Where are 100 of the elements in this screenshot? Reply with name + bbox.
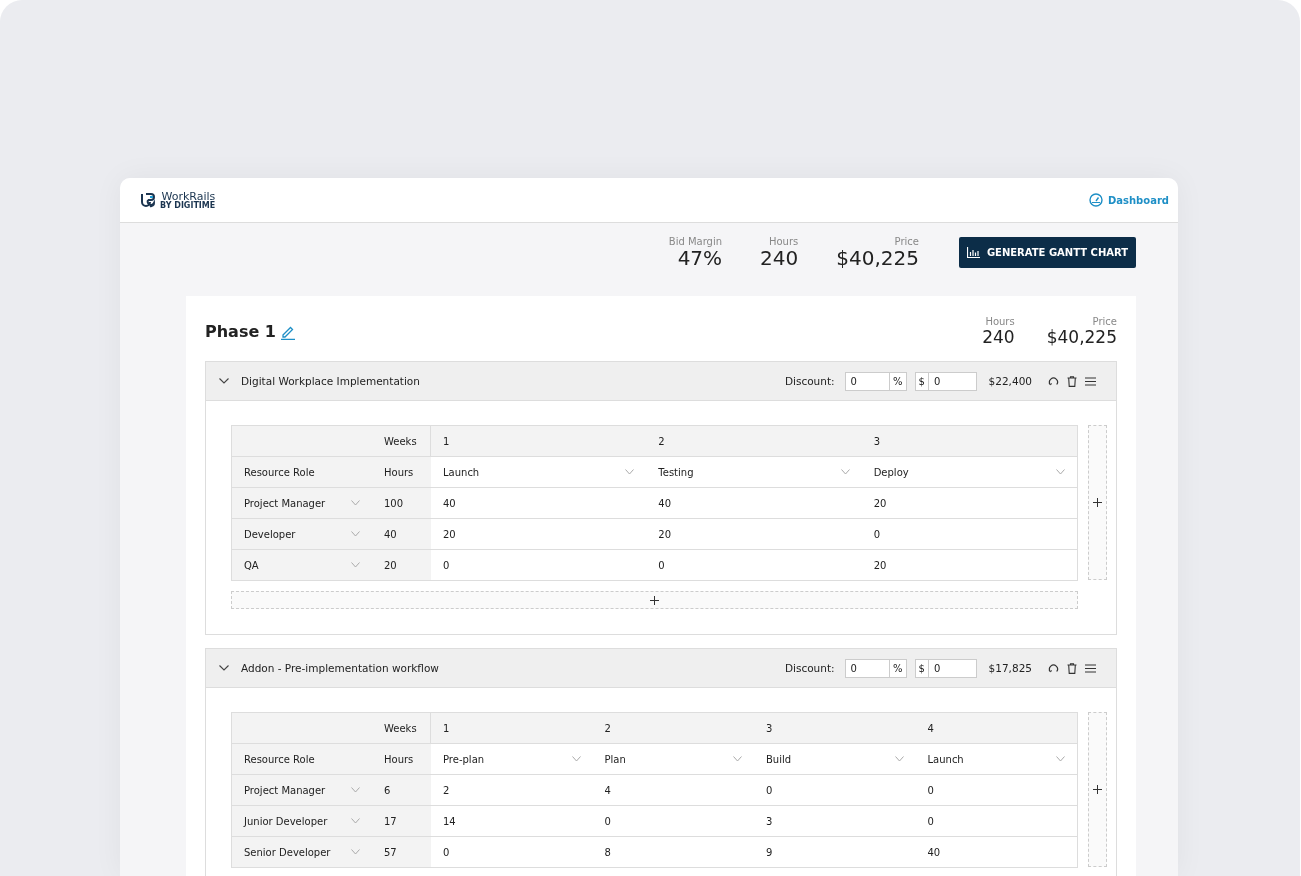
column-header: Weeks	[384, 722, 417, 734]
hours-input[interactable]: 9	[766, 846, 773, 858]
hours-cell: 57	[384, 846, 397, 858]
hours-cell: 100	[384, 497, 404, 509]
milestone-dropdown[interactable]: Launch	[431, 457, 647, 488]
chevron-down-icon	[894, 756, 904, 762]
hours-input[interactable]: 0	[873, 528, 881, 540]
hours-input[interactable]: 0	[443, 846, 450, 858]
milestone-dropdown[interactable]: Build	[754, 744, 916, 775]
hours-input[interactable]: 2	[443, 784, 450, 796]
amount-field[interactable]: $ 0	[914, 658, 977, 678]
stat-value: 47%	[677, 247, 723, 269]
role-dropdown[interactable]: QA	[232, 550, 372, 581]
chevron-down-icon	[351, 531, 360, 537]
chevron-down-icon	[351, 818, 360, 824]
hours-input[interactable]: 20	[443, 528, 456, 540]
hours-input[interactable]: 14	[443, 815, 456, 827]
column-header: Hours	[384, 753, 414, 765]
milestone-dropdown[interactable]: Testing	[646, 457, 862, 488]
week-number: 1	[443, 722, 450, 734]
plus-icon	[1093, 785, 1102, 794]
milestone-dropdown[interactable]: Plan	[592, 744, 754, 775]
week-number: 3	[873, 435, 881, 447]
chevron-down-icon	[351, 500, 360, 506]
menu-icon[interactable]	[1085, 663, 1096, 673]
hours-input[interactable]: 40	[658, 497, 672, 509]
hours-input[interactable]: 20	[873, 559, 887, 571]
refresh-icon[interactable]	[1048, 662, 1059, 674]
menu-icon[interactable]	[1085, 376, 1096, 386]
section-title: Addon - Pre-implementation workflow	[241, 662, 440, 674]
section-total: $22,400	[988, 375, 1032, 387]
section-title: Digital Workplace Implementation	[241, 375, 421, 387]
logo-icon	[140, 192, 156, 208]
hours-input[interactable]: 0	[658, 559, 665, 571]
logo-name: WorkRails	[161, 190, 216, 202]
logo-byline: BY DIGITIME	[160, 201, 216, 210]
chevron-down-icon	[625, 469, 635, 475]
stat-label: Price	[894, 236, 919, 247]
discount-label: Discount:	[784, 375, 835, 387]
week-number: 4	[927, 722, 934, 734]
hours-cell: 6	[384, 784, 391, 796]
dashboard-link[interactable]: Dashboard	[1089, 193, 1169, 207]
gauge-icon	[1089, 193, 1103, 207]
stat-label: Hours	[985, 316, 1015, 327]
hours-input[interactable]: 40	[927, 846, 941, 858]
chevron-down-icon	[571, 756, 581, 762]
milestone-dropdown[interactable]: Launch	[915, 744, 1077, 775]
refresh-icon[interactable]	[1048, 375, 1059, 387]
milestone-dropdown[interactable]: Deploy	[861, 457, 1077, 488]
section-total: $17,825	[988, 662, 1032, 674]
chevron-down-icon	[351, 787, 360, 793]
column-header: Resource Role	[244, 753, 315, 765]
hours-input[interactable]: 0	[443, 559, 450, 571]
chevron-down-icon	[840, 469, 850, 475]
stat-label: Hours	[769, 236, 799, 247]
chevron-icon[interactable]	[219, 665, 229, 671]
hours-input[interactable]: 20	[873, 497, 887, 509]
week-number: 3	[766, 722, 773, 734]
role-dropdown[interactable]: Developer	[232, 519, 372, 550]
stat-value: $40,225	[1046, 327, 1117, 347]
discount-label: Discount:	[784, 662, 835, 674]
hours-cell: 17	[384, 815, 397, 827]
hours-input[interactable]: 0	[604, 815, 611, 827]
week-number: 2	[604, 722, 611, 734]
milestone-dropdown[interactable]: Pre-plan	[431, 744, 593, 775]
trash-icon[interactable]	[1067, 375, 1077, 387]
percent-field[interactable]: 0 %	[844, 371, 907, 391]
stat-value: 240	[982, 327, 1015, 347]
hours-input[interactable]: 0	[927, 784, 934, 796]
phase-title: Phase 1	[205, 322, 276, 341]
hours-input[interactable]: 40	[443, 497, 456, 509]
column-header: Resource Role	[244, 466, 315, 478]
role-dropdown[interactable]: Junior Developer	[232, 806, 372, 837]
stat-label: Bid Margin	[668, 236, 723, 247]
chevron-icon[interactable]	[219, 378, 229, 384]
hours-input[interactable]: 3	[766, 815, 773, 827]
hours-cell: 40	[384, 528, 397, 540]
hours-input[interactable]: 20	[658, 528, 672, 540]
week-number: 2	[658, 435, 665, 447]
hours-input[interactable]: 0	[766, 784, 773, 796]
stat-value: $40,225	[836, 247, 919, 269]
hours-input[interactable]: 8	[604, 846, 611, 858]
chevron-down-icon	[1056, 469, 1065, 475]
hours-input[interactable]: 0	[927, 815, 934, 827]
plus-icon	[650, 595, 659, 605]
trash-icon[interactable]	[1067, 662, 1077, 674]
column-header: Hours	[384, 466, 414, 478]
hours-input[interactable]: 4	[604, 784, 611, 796]
percent-field[interactable]: 0 %	[844, 658, 907, 678]
chevron-down-icon	[351, 562, 360, 568]
column-header: Weeks	[384, 435, 417, 447]
role-dropdown[interactable]: Project Manager	[232, 775, 372, 806]
chevron-down-icon	[1056, 756, 1065, 762]
bar-chart-icon	[966, 247, 980, 258]
amount-field[interactable]: $ 0	[914, 371, 977, 391]
generate-gantt-button[interactable]: GENERATE GANTT CHART	[959, 237, 1136, 268]
chevron-down-icon	[733, 756, 742, 762]
chevron-down-icon	[351, 849, 360, 855]
role-dropdown[interactable]: Project Manager	[232, 488, 372, 519]
role-dropdown[interactable]: Senior Developer	[232, 837, 372, 868]
